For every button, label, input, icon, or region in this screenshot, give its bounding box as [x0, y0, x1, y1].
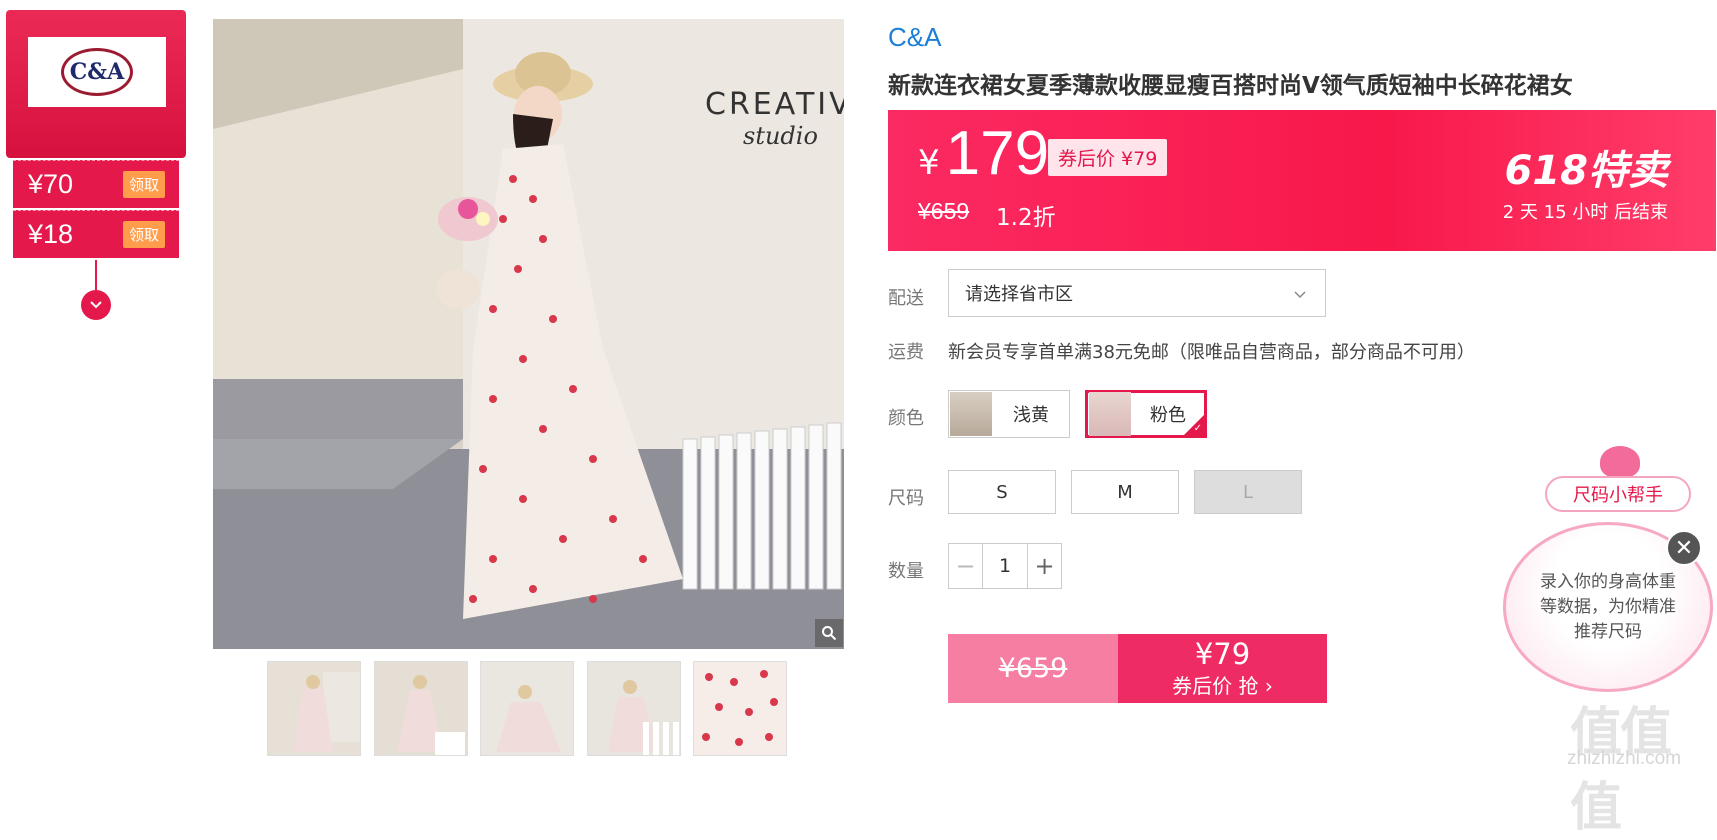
quantity-stepper: − 1 + [948, 543, 1062, 589]
product-thumbnail[interactable] [267, 661, 361, 756]
color-label: 颜色 [888, 408, 924, 429]
price-band: ¥ 179 券后价 ¥79 ¥659 1.2折 618特卖 2 天 15 小时 … [888, 110, 1716, 251]
price-value: 179 [945, 119, 1050, 188]
zoom-icon[interactable] [815, 619, 843, 647]
brand-logo-box: C&A [28, 37, 166, 107]
discount-label: 1.2折 [996, 205, 1056, 231]
region-select-value: 请选择省市区 [965, 284, 1073, 305]
main-product-image[interactable]: CREATIV studio [213, 19, 844, 649]
color-swatch [1089, 392, 1131, 436]
original-price: ¥659 [918, 198, 970, 224]
chevron-down-icon[interactable] [81, 290, 111, 320]
color-option-light-yellow[interactable]: 浅黄 [948, 390, 1070, 438]
buy-price: ¥79 [1194, 637, 1251, 671]
size-option-l: L [1194, 470, 1302, 514]
current-price: ¥ 179 [918, 118, 1049, 189]
size-option-m[interactable]: M [1071, 470, 1179, 514]
increment-button[interactable]: + [1027, 544, 1061, 588]
region-select[interactable]: 请选择省市区 [948, 269, 1326, 317]
product-thumbnail[interactable] [587, 661, 681, 756]
claim-coupon-button[interactable]: 领取 [122, 171, 165, 198]
brand-card[interactable]: C&A [6, 10, 186, 158]
quantity-label: 数量 [888, 561, 924, 582]
buy-action-label: 券后价 抢 › [1172, 674, 1273, 698]
quantity-value[interactable]: 1 [983, 544, 1027, 588]
coupon-amount: ¥18 [28, 219, 74, 249]
size-label: 尺码 [888, 488, 924, 509]
size-helper-text: 录入你的身高体重等数据，为你精准推荐尺码 [1540, 571, 1676, 642]
product-title: 新款连衣裙女夏季薄款收腰显瘦百搭时尚V领气质短袖中长碎花裙女 [888, 73, 1573, 99]
size-helper-button[interactable]: 尺码小帮手 [1545, 476, 1691, 512]
mascot-icon [1600, 446, 1640, 478]
brand-logo: C&A [61, 48, 133, 96]
photo-sign-text: CREATIV [705, 87, 844, 122]
watermark-url: zhizhizhi.com [1567, 748, 1682, 769]
brand-link[interactable]: C&A [888, 22, 941, 53]
color-swatch [950, 392, 992, 436]
check-icon: ✓ [1193, 423, 1202, 434]
color-option-pink[interactable]: 粉色 ✓ [1085, 390, 1207, 438]
product-thumbnail[interactable] [480, 661, 574, 756]
shipping-info: 新会员专享首单满38元免邮（限唯品自营商品，部分商品不可用） [948, 342, 1475, 363]
shipping-label: 运费 [888, 342, 924, 363]
promo-title: 618特卖 [1504, 148, 1669, 194]
coupon-18: ¥18 领取 [13, 210, 179, 258]
chevron-down-icon [1293, 283, 1307, 304]
close-icon[interactable]: ✕ [1666, 530, 1702, 566]
countdown-timer: 2 天 15 小时 后结束 [1502, 202, 1668, 223]
product-thumbnail[interactable] [693, 661, 787, 756]
size-option-s[interactable]: S [948, 470, 1056, 514]
color-option-label: 浅黄 [1013, 405, 1049, 426]
decrement-button[interactable]: − [949, 544, 983, 588]
after-coupon-tag: 券后价 ¥79 [1048, 139, 1168, 176]
delivery-label: 配送 [888, 288, 924, 309]
coupon-70: ¥70 领取 [13, 160, 179, 208]
currency-symbol: ¥ [918, 143, 940, 183]
buy-now-button[interactable]: ¥79 券后价 抢 › [1118, 634, 1327, 703]
claim-coupon-button[interactable]: 领取 [122, 221, 165, 248]
photo-sign-script: studio [743, 122, 818, 150]
coupon-amount: ¥70 [28, 169, 74, 199]
coupon-connector [95, 260, 97, 292]
product-thumbnail[interactable] [374, 661, 468, 756]
original-price-button[interactable]: ¥659 [948, 634, 1118, 703]
